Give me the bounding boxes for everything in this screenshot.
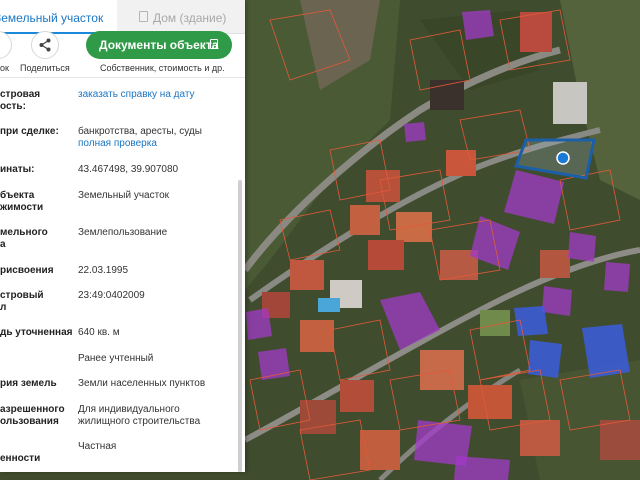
row-label-plot-kind: мельного — [0, 227, 48, 238]
row-value-status: Ранее учтенный — [78, 353, 154, 364]
row-label-permitted-use: азрешенного — [0, 404, 65, 415]
share-icon — [39, 38, 51, 52]
tab-house-label: Дом (здание) — [153, 11, 227, 25]
row-value-assignment-date: 22.03.1995 — [78, 265, 129, 276]
tab-bar: Земельный участок Дом (здание) — [0, 0, 245, 34]
row-label-coordinates: инаты: — [0, 164, 35, 175]
tab-house[interactable]: Дом (здание) — [117, 0, 245, 34]
share-button[interactable] — [31, 31, 59, 59]
row-label-object-type: бъекта — [0, 190, 35, 201]
row-label-plot-kind-2: а — [0, 239, 6, 250]
document-icon — [210, 39, 218, 49]
left-action-label: ок — [0, 63, 9, 73]
documents-subtitle: Собственник, стоимость и др. — [100, 63, 225, 73]
documents-button-label: Документы объекта — [99, 38, 219, 52]
row-label-cadastral-quarter: стровый — [0, 290, 44, 301]
row-label-object-type-2: жимости — [0, 202, 44, 213]
row-value-deal-risks: банкротства, аресты, суды — [78, 126, 202, 137]
tab-land-plot-label: Земельный участок — [0, 11, 104, 25]
panel-scrollbar[interactable] — [238, 180, 242, 472]
full-check-link[interactable]: полная проверка — [78, 138, 157, 149]
row-label-registry: стровая — [0, 89, 41, 100]
row-value-permitted-use: Для индивидуального — [78, 404, 180, 415]
order-certificate-link[interactable]: заказать справку на дату — [78, 89, 195, 100]
info-panel: Земельный участок Дом (здание) ок Подели… — [0, 0, 245, 472]
row-value-plot-kind: Землепользование — [78, 227, 168, 238]
row-label-permitted-use-2: ользования — [0, 416, 59, 427]
row-value-ownership: Частная — [78, 441, 117, 452]
document-icon — [139, 11, 148, 22]
row-value-cadastral-quarter: 23:49:0402009 — [78, 290, 145, 301]
row-value-area: 640 кв. м — [78, 327, 120, 338]
row-label-cadastral-quarter-2: л — [0, 302, 7, 313]
divider — [0, 77, 245, 78]
row-value-object-type: Земельный участок — [78, 190, 170, 201]
row-value-coordinates: 43.467498, 39.907080 — [78, 164, 179, 175]
row-label-assignment-date: рисвоения — [0, 265, 54, 276]
tab-land-plot[interactable]: Земельный участок — [0, 0, 117, 34]
row-label-land-category: рия земель — [0, 378, 57, 389]
row-label-registry-2: ость: — [0, 101, 26, 112]
row-value-land-category: Земли населенных пунктов — [78, 378, 206, 389]
row-label-area: дь уточненная — [0, 327, 73, 338]
documents-button[interactable]: Документы объекта — [86, 31, 232, 59]
row-label-deal-risks: при сделке: — [0, 126, 59, 137]
row-value-permitted-use-2: жилищного строительства — [78, 416, 201, 427]
share-label: Поделиться — [20, 63, 70, 73]
row-label-ownership: енности — [0, 453, 41, 464]
left-action-button[interactable] — [0, 31, 12, 59]
